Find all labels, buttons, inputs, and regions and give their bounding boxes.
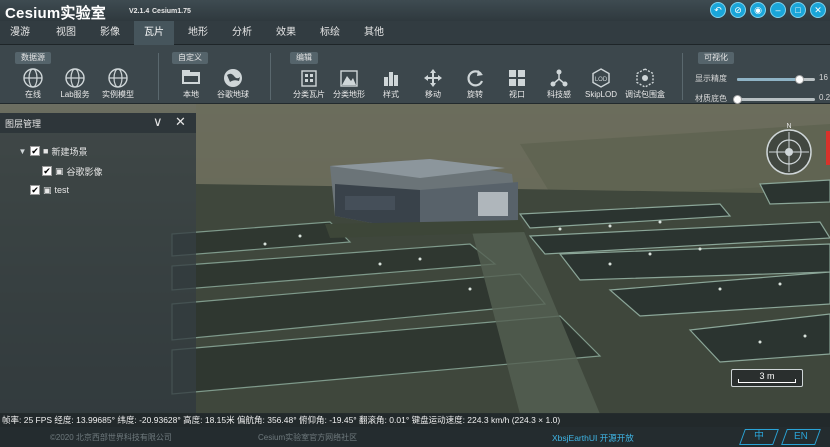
chart-bar-icon <box>384 72 398 86</box>
tree-node-label: test <box>54 185 70 195</box>
tree-node-test[interactable]: ✔ ▣ test <box>30 183 69 197</box>
group-label-visual: 可视化 <box>698 52 734 64</box>
checkbox[interactable]: ✔ <box>30 146 40 156</box>
checkbox[interactable]: ✔ <box>30 185 40 195</box>
globe-icon <box>108 68 128 88</box>
scale-line <box>738 379 796 383</box>
grid-window-icon <box>509 70 525 86</box>
precision-slider-row: 显示精度 16 <box>695 72 830 86</box>
bounding-box-icon <box>636 68 654 88</box>
menu-analysis[interactable]: 分析 <box>222 21 262 45</box>
side-marker <box>826 131 830 165</box>
group-label-datasource: 数据源 <box>15 52 51 64</box>
opensource-link[interactable]: XbsjEarthUI 开源开放 <box>552 432 634 444</box>
group-label-custom: 自定义 <box>172 52 208 64</box>
close-icon[interactable]: ✕ <box>810 2 826 18</box>
title-bar: Cesium实验室 V2.1.4 Cesium1.75 ↶ ⊘ ◉ – □ ✕ <box>0 0 830 22</box>
menu-imagery[interactable]: 影像 <box>90 21 130 45</box>
scale-bar: 3 m <box>731 369 803 387</box>
checkbox[interactable]: ✔ <box>42 166 52 176</box>
globe-icon[interactable]: ◉ <box>750 2 766 18</box>
link-icon[interactable]: ⊘ <box>730 2 746 18</box>
status-bar: 帧率: 25 FPS 经度: 13.99685° 纬度: -20.93628° … <box>0 413 830 427</box>
menu-roam[interactable]: 漫游 <box>0 21 40 45</box>
precision-slider-thumb[interactable] <box>795 75 805 84</box>
cesium-version: Cesium1.75 <box>152 8 191 15</box>
group-divider <box>270 53 271 100</box>
main-menu: 漫游 视图 影像 瓦片 地形 分析 效果 标绘 其他 <box>0 21 830 45</box>
precision-value: 16 <box>819 73 828 82</box>
tree-node-google-imagery[interactable]: ✔ ▣ 谷歌影像 <box>42 164 103 178</box>
layer-panel: 图层管理 ∨ ✕ ▼ ✔ ■ 新建场景 ✔ ▣ 谷歌影像 ✔ ▣ test <box>0 113 196 413</box>
folder-icon <box>182 70 200 84</box>
lang-cn-label: 中 <box>754 431 764 442</box>
building-icon <box>301 70 317 87</box>
svg-text:LOD: LOD <box>595 77 608 83</box>
minimize-icon[interactable]: – <box>770 2 786 18</box>
network-icon <box>550 69 568 87</box>
instance-model-label: 实例模型 <box>102 90 134 99</box>
app-title: Cesium实验室 <box>5 5 106 22</box>
group-label-edit: 编辑 <box>290 52 318 64</box>
maximize-icon[interactable]: □ <box>790 2 806 18</box>
copyright-text: ©2020 北京西部世界科技有限公司 <box>50 433 172 442</box>
globe-icon <box>23 68 43 88</box>
tree-node-scene[interactable]: ▼ ✔ ■ 新建场景 <box>18 144 87 158</box>
footer: ©2020 北京西部世界科技有限公司 Cesium实验室官方网络社区 XbsjE… <box>0 427 830 447</box>
move-arrows-icon <box>424 69 442 87</box>
folder-icon: ■ <box>43 146 49 156</box>
bottom-color-label: 材质底色 <box>695 94 727 103</box>
app-version: V2.1.4 <box>129 8 150 15</box>
back-icon[interactable]: ↶ <box>710 2 726 18</box>
google-earth-label: 谷歌地球 <box>217 90 249 99</box>
lang-en-button[interactable]: EN <box>781 429 821 445</box>
precision-slider-fill <box>737 78 800 81</box>
bottom-color-slider-row: 材质底色 0.2 <box>695 92 830 106</box>
tree-node-label: 谷歌影像 <box>66 166 103 177</box>
lang-en-label: EN <box>794 431 808 442</box>
bottom-color-slider[interactable] <box>733 95 815 104</box>
precision-slider[interactable] <box>737 75 815 84</box>
layer-panel-header: 图层管理 ∨ ✕ <box>0 113 196 133</box>
menu-terrain[interactable]: 地形 <box>178 21 218 45</box>
navigation-compass[interactable]: N <box>763 120 815 178</box>
debug-bbox-button[interactable]: 调试包围盒 <box>618 67 672 103</box>
status-text: 帧率: 25 FPS 经度: 13.99685° 纬度: -20.93628° … <box>2 415 561 425</box>
globe-icon <box>65 68 85 88</box>
mountain-icon <box>340 70 358 87</box>
group-divider <box>158 53 159 100</box>
lod-icon: LOD <box>592 68 610 88</box>
tree-node-label: 新建场景 <box>51 146 88 157</box>
menu-tiles[interactable]: 瓦片 <box>134 21 174 45</box>
precision-label: 显示精度 <box>695 74 727 83</box>
image-layer-icon: ▣ <box>55 165 64 176</box>
window-controls: ↶ ⊘ ◉ – □ ✕ <box>710 2 826 18</box>
rotate-icon <box>467 70 484 87</box>
menu-plotting[interactable]: 标绘 <box>310 21 350 45</box>
community-link[interactable]: Cesium实验室官方网络社区 <box>258 432 357 443</box>
ribbon-toolbar: 数据源 自定义 编辑 可视化 在线 Lab服务 实例模型 本地 谷歌地球 分类瓦… <box>0 45 830 104</box>
menu-view[interactable]: 视图 <box>46 21 86 45</box>
instance-model-button[interactable]: 实例模型 <box>91 67 145 103</box>
group-divider <box>682 53 683 100</box>
compass-north-label: N <box>786 123 791 130</box>
layer-panel-title: 图层管理 <box>5 119 42 129</box>
google-earth-button[interactable]: 谷歌地球 <box>206 67 260 103</box>
earth-icon <box>224 69 242 87</box>
app-window: Cesium实验室 V2.1.4 Cesium1.75 ↶ ⊘ ◉ – □ ✕ 漫游 视图… <box>0 0 830 447</box>
collapse-icon[interactable]: ∨ <box>153 114 163 130</box>
menu-other[interactable]: 其他 <box>354 21 394 45</box>
close-icon[interactable]: ✕ <box>175 114 186 130</box>
compass-icon: N <box>766 123 812 175</box>
expand-arrow-icon[interactable]: ▼ <box>18 147 27 156</box>
tileset-layer-icon: ▣ <box>43 184 52 195</box>
debug-bbox-label: 调试包围盒 <box>625 90 665 99</box>
bottom-color-value: 0.2 <box>819 93 830 102</box>
bottom-color-slider-thumb[interactable] <box>733 95 742 104</box>
menu-effects[interactable]: 效果 <box>266 21 306 45</box>
lang-cn-button[interactable]: 中 <box>739 429 779 445</box>
